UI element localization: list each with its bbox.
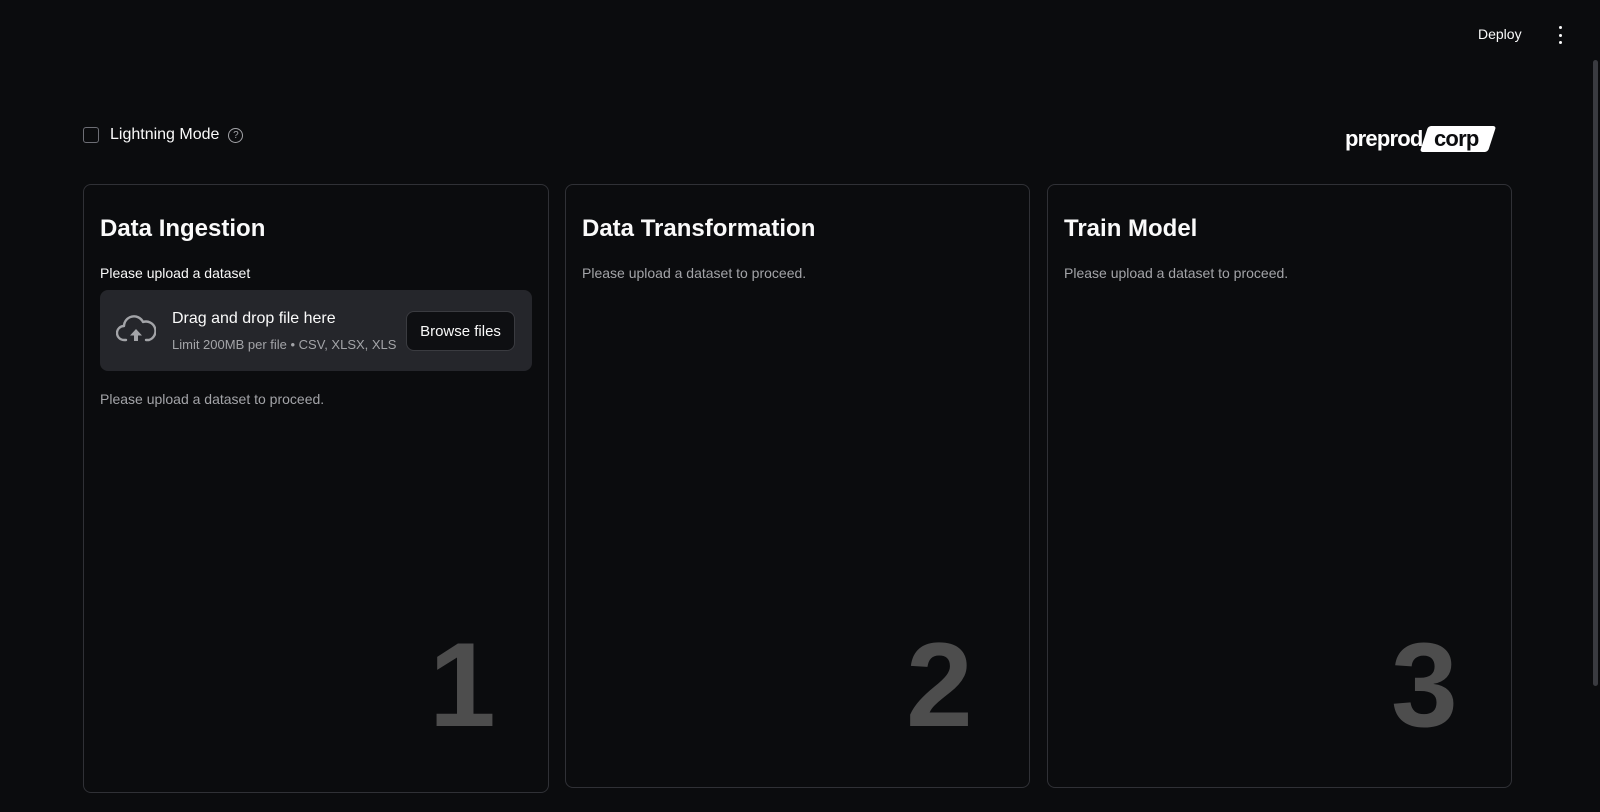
status-text: Please upload a dataset to proceed. [100, 391, 325, 407]
scrollbar[interactable] [1593, 60, 1598, 686]
upload-label: Please upload a dataset [100, 265, 251, 281]
card-train-model: Train Model Please upload a dataset to p… [1047, 184, 1512, 788]
card-title: Data Transformation [582, 215, 816, 242]
file-dropzone[interactable]: Drag and drop file here Limit 200MB per … [100, 290, 532, 371]
lightning-mode-toggle: Lightning Mode ? [83, 124, 244, 146]
logo-text-corp-box: corp [1419, 126, 1497, 152]
card-title: Train Model [1064, 215, 1198, 242]
card-title: Data Ingestion [100, 215, 266, 242]
status-text: Please upload a dataset to proceed. [1064, 265, 1289, 281]
dropzone-subtitle: Limit 200MB per file • CSV, XLSX, XLS [172, 337, 397, 352]
status-text: Please upload a dataset to proceed. [582, 265, 807, 281]
logo-text-preprod: preprod [1345, 126, 1423, 151]
step-number: 3 [1391, 618, 1458, 752]
cloud-upload-icon [116, 315, 156, 342]
step-number: 1 [429, 618, 496, 752]
card-data-transformation: Data Transformation Please upload a data… [565, 184, 1030, 788]
logo-text-corp: corp [1433, 126, 1478, 151]
card-data-ingestion: Data Ingestion Please upload a dataset D… [83, 184, 549, 793]
dropzone-title: Drag and drop file here [172, 310, 336, 327]
deploy-button[interactable]: Deploy [1478, 26, 1522, 42]
lightning-mode-label[interactable]: Lightning Mode [110, 126, 219, 144]
browse-files-button[interactable]: Browse files [406, 311, 515, 351]
question-circle-icon[interactable]: ? [228, 127, 244, 143]
top-bar: Deploy [0, 0, 1600, 70]
lightning-mode-checkbox[interactable] [83, 127, 99, 143]
step-number: 2 [906, 618, 973, 752]
logo: preprod corp [1345, 124, 1497, 154]
kebab-menu-icon[interactable] [1552, 26, 1568, 44]
